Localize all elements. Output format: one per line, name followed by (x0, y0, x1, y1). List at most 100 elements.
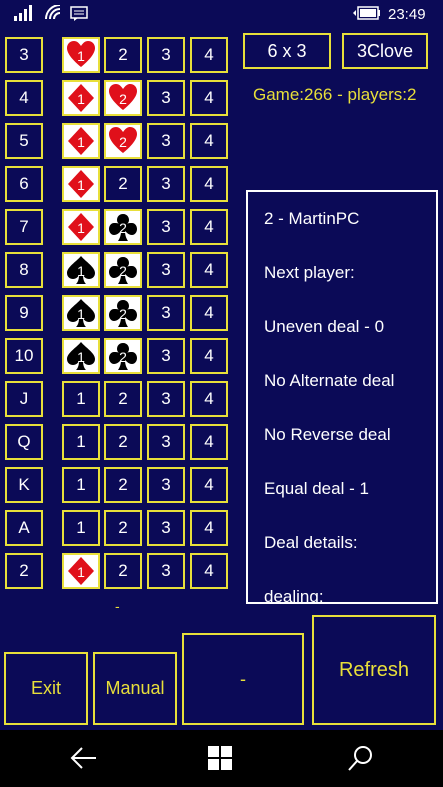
diamond-icon: 1 (68, 127, 94, 155)
card-value: 1 (77, 91, 85, 107)
diamond-card[interactable]: 1 (62, 209, 100, 245)
middle-button[interactable]: - (182, 633, 304, 725)
panel-line: No Reverse deal (264, 425, 391, 444)
panel-line: 2 - MartinPC (264, 209, 360, 228)
rank-label: 2 (5, 553, 43, 589)
diamond-card[interactable]: 1 (62, 553, 100, 589)
card-value: 1 (77, 177, 85, 193)
slot-cell[interactable]: 3 (147, 123, 185, 159)
rank-label: 6 (5, 166, 43, 202)
club-card[interactable]: 2 (104, 338, 142, 374)
heart-icon: 1 (67, 41, 95, 67)
diamond-icon: 1 (68, 213, 94, 241)
slot-cell[interactable]: 4 (190, 467, 228, 503)
panel-line: Uneven deal - 0 (264, 317, 385, 336)
club-card[interactable]: 2 (104, 295, 142, 331)
slot-cell[interactable]: 3 (147, 295, 185, 331)
card-value: 1 (77, 263, 85, 279)
slot-cell[interactable]: 3 (147, 80, 185, 116)
status-bar: 23:49 (0, 0, 443, 32)
spade-icon: 1 (67, 256, 95, 284)
heart-card[interactable]: 1 (62, 37, 100, 73)
slot-cell[interactable]: 4 (190, 553, 228, 589)
slot-cell[interactable]: 3 (147, 252, 185, 288)
card-value: 1 (77, 564, 85, 580)
panel-line: dealing: (264, 587, 324, 604)
slot-cell[interactable]: 1 (62, 381, 100, 417)
club-card[interactable]: 2 (104, 209, 142, 245)
slot-cell[interactable]: 2 (104, 37, 142, 73)
slot-cell[interactable]: 4 (190, 424, 228, 460)
heart-icon: 2 (109, 84, 137, 110)
rank-label: 7 (5, 209, 43, 245)
slot-cell[interactable]: 2 (104, 467, 142, 503)
slot-cell[interactable]: 4 (190, 252, 228, 288)
slot-cell[interactable]: 4 (190, 510, 228, 546)
battery-icon (352, 6, 382, 24)
player-button[interactable]: 3Clove (342, 33, 428, 69)
diamond-card[interactable]: 1 (62, 166, 100, 202)
slot-cell[interactable]: 1 (62, 424, 100, 460)
card-value: 2 (119, 134, 127, 150)
slot-cell[interactable]: 1 (62, 510, 100, 546)
rank-label: 10 (5, 338, 43, 374)
heart-card[interactable]: 2 (104, 80, 142, 116)
panel-line: Deal details: (264, 533, 358, 552)
card-value: 1 (77, 220, 85, 236)
card-value: 2 (119, 306, 127, 322)
slot-cell[interactable]: 3 (147, 209, 185, 245)
panel-line: No Alternate deal (264, 371, 395, 390)
search-icon[interactable] (347, 744, 375, 777)
diamond-icon: 1 (68, 84, 94, 112)
spade-card[interactable]: 1 (62, 338, 100, 374)
refresh-button[interactable]: Refresh (312, 615, 436, 725)
windows-icon[interactable] (208, 746, 232, 775)
club-card[interactable]: 2 (104, 252, 142, 288)
card-value: 1 (77, 48, 85, 64)
panel-line: Equal deal - 1 (264, 479, 369, 498)
rank-label: 5 (5, 123, 43, 159)
slot-cell[interactable]: 2 (104, 553, 142, 589)
slot-cell[interactable]: 3 (147, 467, 185, 503)
club-icon: 2 (109, 300, 137, 327)
slot-cell[interactable]: 4 (190, 37, 228, 73)
slot-cell[interactable]: 2 (104, 166, 142, 202)
slot-cell[interactable]: 4 (190, 295, 228, 331)
spade-card[interactable]: 1 (62, 295, 100, 331)
rank-label: Q (5, 424, 43, 460)
slot-cell[interactable]: 1 (62, 467, 100, 503)
slot-cell[interactable]: 4 (190, 381, 228, 417)
slot-cell[interactable]: 3 (147, 37, 185, 73)
game-info: Game:266 - players:2 (253, 85, 417, 104)
spade-card[interactable]: 1 (62, 252, 100, 288)
slot-cell[interactable]: 4 (190, 80, 228, 116)
slot-cell[interactable]: 4 (190, 123, 228, 159)
slot-cell[interactable]: 4 (190, 338, 228, 374)
slot-cell[interactable]: 3 (147, 510, 185, 546)
slot-cell[interactable]: 2 (104, 381, 142, 417)
diamond-card[interactable]: 1 (62, 80, 100, 116)
card-value: 1 (77, 306, 85, 322)
size-button[interactable]: 6 x 3 (243, 33, 331, 69)
panel-line: Next player: (264, 263, 355, 282)
card-value: 2 (119, 220, 127, 236)
slot-cell[interactable]: 3 (147, 381, 185, 417)
slot-cell[interactable]: 4 (190, 209, 228, 245)
slot-cell[interactable]: 4 (190, 166, 228, 202)
navigation-bar (0, 730, 443, 787)
exit-button[interactable]: Exit (4, 652, 88, 725)
wifi-icon (44, 4, 64, 25)
diamond-icon: 1 (68, 557, 94, 585)
slot-cell[interactable]: 2 (104, 510, 142, 546)
club-icon: 2 (109, 214, 137, 241)
manual-button[interactable]: Manual (93, 652, 177, 725)
diamond-card[interactable]: 1 (62, 123, 100, 159)
slot-cell[interactable]: 3 (147, 338, 185, 374)
heart-card[interactable]: 2 (104, 123, 142, 159)
slot-cell[interactable]: 3 (147, 553, 185, 589)
back-icon[interactable] (70, 746, 98, 775)
slot-cell[interactable]: 3 (147, 424, 185, 460)
slot-cell[interactable]: 2 (104, 424, 142, 460)
slot-cell[interactable]: 3 (147, 166, 185, 202)
club-icon: 2 (109, 257, 137, 284)
